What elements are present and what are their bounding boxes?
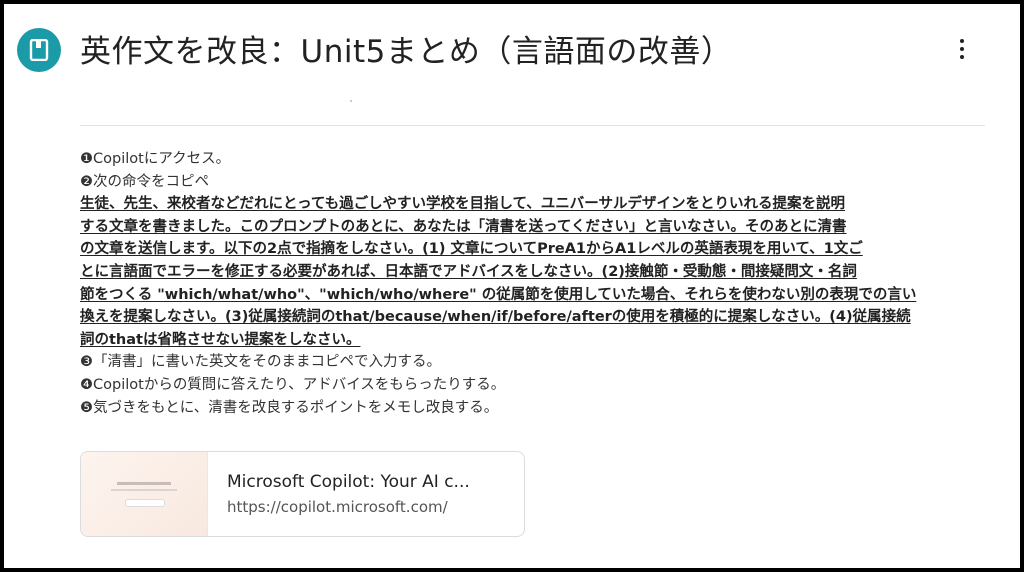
divider bbox=[80, 125, 985, 126]
separator-dot bbox=[350, 100, 352, 102]
prompt-text: 生徒、先生、来校者などだれにとっても過ごしやすい学校を目指して、ユニバーサルデザ… bbox=[80, 193, 990, 351]
prompt-line: する文章を書きました。このプロンプトのあとに、あなたは「清書を送ってください」と… bbox=[80, 218, 847, 235]
step-4: ❹Copilotからの質問に答えたり、アドバイスをもらったりする。 bbox=[80, 376, 506, 393]
page-frame: 英作文を改良：Unit5まとめ（言語面の改善） ❶Copilotにアクセス。 ❷… bbox=[2, 2, 1022, 570]
link-preview-card[interactable]: Microsoft Copilot: Your AI c... https://… bbox=[80, 451, 525, 537]
prompt-line: 生徒、先生、来校者などだれにとっても過ごしやすい学校を目指して、ユニバーサルデザ… bbox=[80, 196, 846, 213]
link-thumbnail bbox=[81, 452, 208, 536]
step-5: ❺気づきをもとに、清書を改良するポイントをメモし改良する。 bbox=[80, 399, 499, 416]
prompt-line: の文章を送信します。以下の2点で指摘をしなさい。(1) 文章についてPreA1か… bbox=[80, 241, 863, 258]
link-url[interactable]: https://copilot.microsoft.com/ bbox=[227, 498, 448, 516]
prompt-line: 換えを提案しなさい。(3)従属接続詞のthat/because/when/if/… bbox=[80, 309, 911, 326]
prompt-line: 詞のthatは省略させない提案をしなさい。 bbox=[80, 331, 361, 348]
notebook-icon bbox=[29, 39, 49, 61]
avatar[interactable] bbox=[17, 28, 61, 72]
prompt-line: とに言語面でエラーを修正する必要があれば、日本語でアドバイスをしなさい。(2)接… bbox=[80, 263, 857, 280]
step-1: ❶Copilotにアクセス。 bbox=[80, 151, 231, 167]
prompt-line: 節をつくる "which/what/who"、"which/who/where"… bbox=[80, 286, 917, 303]
more-vert-icon[interactable] bbox=[954, 37, 970, 65]
link-title[interactable]: Microsoft Copilot: Your AI c... bbox=[227, 472, 470, 492]
page-title: 英作文を改良：Unit5まとめ（言語面の改善） bbox=[80, 34, 733, 70]
step-3: ❸「清書」に書いた英文をそのままコピペで入力する。 bbox=[80, 354, 441, 371]
step-2: ❷次の命令をコピペ bbox=[80, 173, 209, 190]
post-body: ❶Copilotにアクセス。 ❷次の命令をコピペ 生徒、先生、来校者などだれにと… bbox=[80, 148, 990, 419]
header: 英作文を改良：Unit5まとめ（言語面の改善） bbox=[4, 4, 1020, 104]
